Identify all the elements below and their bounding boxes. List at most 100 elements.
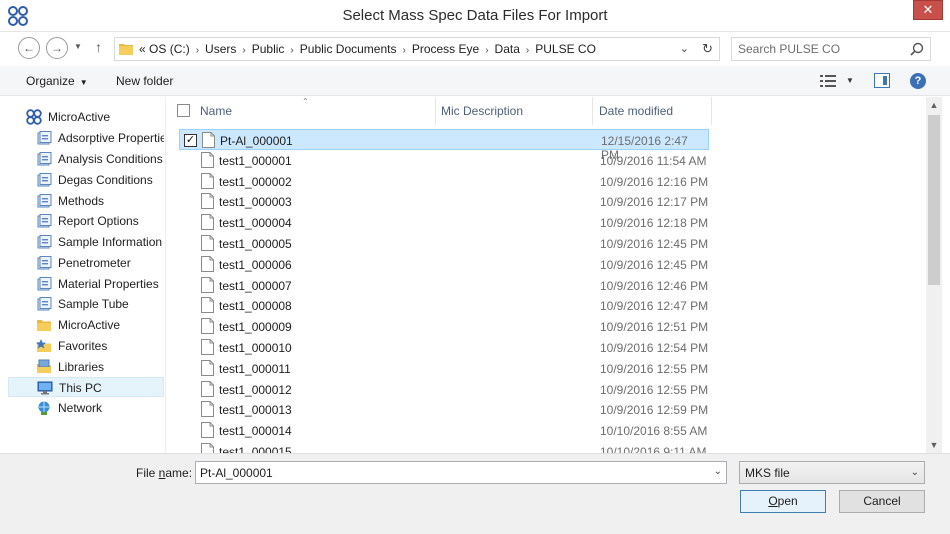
vertical-scrollbar[interactable]: ▲ ▼: [926, 97, 942, 453]
file-row[interactable]: test1_000001 10/9/2016 11:54 AM: [179, 150, 709, 171]
recent-locations-button[interactable]: ▼: [74, 42, 82, 51]
scroll-up-arrow-icon[interactable]: ▲: [926, 97, 942, 113]
nav-item[interactable]: MicroActive: [8, 107, 164, 127]
search-icon[interactable]: [910, 42, 924, 56]
arrow-right-icon: →: [51, 41, 63, 55]
file-row[interactable]: test1_000002 10/9/2016 12:16 PM: [179, 171, 709, 192]
nav-item[interactable]: Methods: [8, 191, 164, 211]
file-name-dropdown-chevron-icon[interactable]: ⌄: [714, 466, 722, 477]
file-row[interactable]: test1_000009 10/9/2016 12:51 PM: [179, 316, 709, 337]
file-name: test1_000013: [219, 403, 292, 418]
breadcrumb-item[interactable]: PULSE CO: [535, 42, 596, 56]
file-row[interactable]: test1_000006 10/9/2016 12:45 PM: [179, 254, 709, 275]
nav-item[interactable]: Libraries: [8, 357, 164, 377]
nav-item[interactable]: MicroActive: [8, 315, 164, 335]
back-button[interactable]: ←: [18, 37, 40, 59]
close-button[interactable]: ✕: [913, 0, 943, 20]
column-header-name[interactable]: Name: [200, 97, 435, 125]
nav-item[interactable]: Penetrometer: [8, 253, 164, 273]
select-all-checkbox[interactable]: [177, 104, 190, 117]
breadcrumb-separator-icon[interactable]: ›: [402, 45, 405, 56]
file-row[interactable]: test1_000010 10/9/2016 12:54 PM: [179, 337, 709, 358]
search-input[interactable]: [738, 41, 903, 57]
command-bar: Organize ▼ New folder ▼ ?: [0, 66, 950, 96]
nav-item[interactable]: Adsorptive Properties: [8, 128, 164, 148]
breadcrumb-separator-icon[interactable]: ›: [290, 45, 293, 56]
breadcrumb-item[interactable]: Data: [495, 42, 520, 56]
refresh-icon[interactable]: ↻: [702, 41, 713, 57]
breadcrumb-item[interactable]: Users: [205, 42, 236, 56]
arrow-left-icon: ←: [23, 41, 35, 55]
preview-pane-icon[interactable]: [874, 73, 890, 88]
scroll-down-arrow-icon[interactable]: ▼: [926, 437, 942, 453]
file-row[interactable]: test1_000008 10/9/2016 12:47 PM: [179, 295, 709, 316]
network-icon: [36, 400, 52, 416]
column-header-date-modified[interactable]: Date modified: [599, 97, 711, 125]
organize-button[interactable]: Organize ▼: [26, 74, 88, 88]
file-name-combobox[interactable]: ⌄: [195, 461, 727, 484]
libraries-icon: [36, 359, 52, 375]
forward-button[interactable]: →: [46, 37, 68, 59]
address-history-chevron-icon[interactable]: ⌄: [680, 42, 689, 55]
scrollbar-thumb[interactable]: [928, 115, 940, 285]
file-icon: [201, 151, 214, 168]
file-row[interactable]: ✓ Pt-Al_000001 12/15/2016 2:47 PM: [179, 129, 709, 162]
search-box[interactable]: [731, 37, 931, 61]
file-type-value: MKS file: [745, 466, 790, 480]
file-row[interactable]: test1_000011 10/9/2016 12:55 PM: [179, 358, 709, 379]
breadcrumb-separator-icon[interactable]: ›: [526, 45, 529, 56]
row-checkbox[interactable]: ✓: [184, 134, 197, 147]
nav-item-label: Libraries: [58, 360, 105, 374]
column-header-mic-description[interactable]: Mic Description: [441, 97, 591, 125]
nav-item[interactable]: Sample Tube: [8, 294, 164, 314]
file-name: test1_000009: [219, 320, 292, 335]
nav-item-label: Degas Conditions: [58, 173, 153, 187]
file-name: test1_000011: [219, 361, 291, 376]
file-row[interactable]: test1_000003 10/9/2016 12:17 PM: [179, 191, 709, 212]
breadcrumb-item[interactable]: Public: [252, 42, 285, 56]
file-icon: [201, 359, 214, 376]
file-name: test1_000010: [219, 341, 292, 355]
view-options-caret-icon[interactable]: ▼: [846, 76, 854, 85]
column-divider[interactable]: [592, 97, 593, 125]
view-options-icon[interactable]: [820, 75, 836, 87]
column-divider[interactable]: [711, 97, 712, 125]
nav-item[interactable]: Sample Information: [8, 232, 164, 252]
file-name-panel: File name: ⌄ MKS file ⌄ Open Cancel: [0, 453, 950, 534]
file-date-modified: 10/10/2016 9:11 AM: [600, 445, 707, 453]
cancel-button[interactable]: Cancel: [839, 490, 925, 513]
file-list: ⌃ Name Mic Description Date modified ✓ Pt…: [167, 97, 926, 453]
breadcrumb-overflow[interactable]: «: [139, 42, 146, 56]
nav-item[interactable]: Favorites: [8, 336, 164, 356]
file-row[interactable]: test1_000005 10/9/2016 12:45 PM: [179, 233, 709, 254]
nav-item[interactable]: Degas Conditions: [8, 170, 164, 190]
breadcrumb-item[interactable]: Process Eye: [412, 42, 479, 56]
column-divider[interactable]: [435, 97, 436, 125]
help-icon[interactable]: ?: [910, 73, 926, 89]
breadcrumb-separator-icon[interactable]: ›: [196, 45, 199, 56]
breadcrumb-item[interactable]: OS (C:): [149, 42, 190, 56]
nav-item[interactable]: This PC: [8, 377, 164, 397]
file-row[interactable]: test1_000004 10/9/2016 12:18 PM: [179, 212, 709, 233]
new-folder-button[interactable]: New folder: [116, 74, 173, 88]
nav-item[interactable]: Analysis Conditions: [8, 149, 164, 169]
breadcrumb-separator-icon[interactable]: ›: [242, 45, 245, 56]
file-type-select[interactable]: MKS file ⌄: [739, 461, 925, 484]
file-row[interactable]: test1_000014 10/10/2016 8:55 AM: [179, 420, 709, 441]
nav-item[interactable]: Network: [8, 398, 164, 418]
breadcrumb-item[interactable]: Public Documents: [300, 42, 397, 56]
nav-item[interactable]: Material Properties: [8, 274, 164, 294]
address-bar[interactable]: « OS (C:) › Users › Public › Public Documents ›…: [114, 37, 720, 61]
file-row[interactable]: test1_000007 10/9/2016 12:46 PM: [179, 275, 709, 296]
file-name-input[interactable]: [200, 465, 700, 481]
file-icon: [201, 422, 214, 439]
file-row[interactable]: test1_000013 10/9/2016 12:59 PM: [179, 399, 709, 420]
file-row[interactable]: test1_000012 10/9/2016 12:55 PM: [179, 379, 709, 400]
up-button[interactable]: ↑: [95, 39, 102, 55]
file-row[interactable]: test1_000015 10/10/2016 9:11 AM: [179, 441, 709, 453]
star-folder-icon: [36, 338, 52, 354]
open-button[interactable]: Open: [740, 490, 826, 513]
app-icon: [26, 109, 42, 125]
breadcrumb-separator-icon[interactable]: ›: [485, 45, 488, 56]
nav-item[interactable]: Report Options: [8, 211, 164, 231]
